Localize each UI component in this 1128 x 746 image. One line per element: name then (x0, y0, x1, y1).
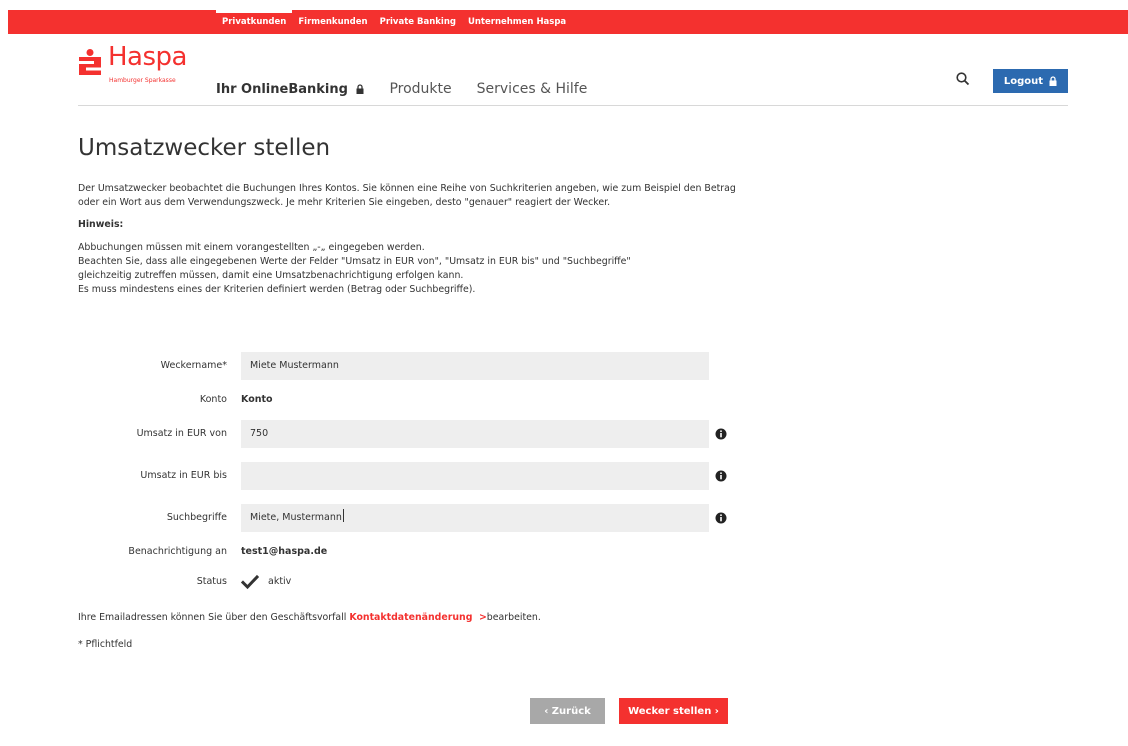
topnav-unternehmen-haspa[interactable]: Unternehmen Haspa (462, 10, 572, 34)
wecker-stellen-button[interactable]: Wecker stellen › (619, 698, 728, 724)
nav-online-banking-label: Ihr OnlineBanking (216, 82, 348, 97)
benachrichtigung-label: Benachrichtigung an (128, 546, 227, 557)
row-umsatz-von: Umsatz in EUR von 750 (78, 420, 778, 448)
info-icon[interactable] (715, 512, 727, 524)
status-checkbox-label: aktiv (268, 576, 292, 587)
row-konto: Konto Konto (78, 386, 778, 414)
row-umsatz-bis: Umsatz in EUR bis (78, 462, 778, 490)
status-label: Status (196, 576, 227, 587)
search-icon[interactable] (956, 72, 970, 88)
suchbegriffe-value: Miete, Mustermann (250, 512, 342, 523)
sparkasse-s-icon (79, 49, 101, 75)
logout-button[interactable]: Logout (993, 69, 1068, 93)
umsatz-bis-input[interactable] (241, 462, 709, 490)
kontaktdatenaenderung-link-label: Kontaktdatenänderung (349, 612, 473, 623)
topnav-firmenkunden[interactable]: Firmenkunden (292, 10, 373, 34)
nav-produkte[interactable]: Produkte (389, 81, 451, 97)
nav-online-banking[interactable]: Ihr OnlineBanking (216, 82, 364, 97)
topnav-privatkunden[interactable]: Privatkunden (216, 10, 293, 34)
weckername-label: Weckername* (160, 360, 227, 371)
hint-title: Hinweis: (78, 219, 124, 230)
benachrichtigung-value: test1@haspa.de (241, 546, 328, 557)
text-caret (342, 509, 344, 522)
konto-value: Konto (241, 394, 273, 405)
kontaktdatenaenderung-link[interactable]: Kontaktdatenänderung > (349, 612, 486, 623)
back-button[interactable]: ‹ Zurück (530, 698, 605, 724)
nav-services-hilfe[interactable]: Services & Hilfe (477, 81, 588, 97)
hint-line: Abbuchungen müssen mit einem vorangestel… (78, 242, 425, 253)
header: Haspa Hamburger Sparkasse Ihr OnlineBank… (78, 42, 1068, 106)
email-note: Ihre Emailadressen können Sie über den G… (78, 612, 541, 623)
umsatz-von-input[interactable]: 750 (241, 420, 709, 448)
umsatz-bis-label: Umsatz in EUR bis (140, 470, 227, 481)
email-note-suffix: bearbeiten. (486, 612, 541, 623)
row-benachrichtigung: Benachrichtigung an test1@haspa.de (78, 538, 778, 566)
hint-line: Beachten Sie, dass alle eingegebenen Wer… (78, 256, 631, 267)
logo-name: Haspa (108, 42, 187, 72)
lock-icon (356, 84, 364, 94)
top-nav: Privatkunden Firmenkunden Private Bankin… (216, 10, 572, 34)
status-checkbox[interactable] (241, 573, 259, 591)
page-title: Umsatzwecker stellen (78, 135, 331, 161)
row-status: Status aktiv (78, 570, 778, 598)
intro-text: Der Umsatzwecker beobachtet die Buchunge… (78, 183, 736, 208)
info-icon[interactable] (715, 470, 727, 482)
required-field-note: * Pflichtfeld (78, 639, 133, 650)
lock-icon (1049, 76, 1057, 86)
email-note-prefix: Ihre Emailadressen können Sie über den G… (78, 612, 350, 623)
hint-text: Abbuchungen müssen mit einem vorangestel… (78, 241, 758, 297)
umsatz-von-label: Umsatz in EUR von (136, 428, 227, 439)
haspa-logo[interactable]: Haspa Hamburger Sparkasse (78, 42, 198, 96)
row-suchbegriffe: Suchbegriffe Miete, Mustermann (78, 504, 778, 532)
main-nav: Ihr OnlineBanking Produkte Services & Hi… (216, 81, 612, 97)
topnav-private-banking[interactable]: Private Banking (374, 10, 462, 34)
konto-label: Konto (199, 394, 227, 405)
logo-subtitle: Hamburger Sparkasse (109, 77, 176, 84)
logout-label: Logout (1003, 75, 1044, 87)
link-arrow-icon: > (478, 612, 487, 623)
hint-line: Es muss mindestens eines der Kriterien d… (78, 284, 476, 295)
hint-line: gleichzeitig zutreffen müssen, damit ein… (78, 270, 464, 281)
row-weckername: Weckername* Miete Mustermann (78, 352, 778, 380)
content: Umsatzwecker stellen Der Umsatzwecker be… (78, 134, 758, 297)
weckername-input[interactable]: Miete Mustermann (241, 352, 709, 380)
info-icon[interactable] (715, 428, 727, 440)
suchbegriffe-label: Suchbegriffe (166, 512, 227, 523)
top-bar: Privatkunden Firmenkunden Private Bankin… (8, 10, 1128, 34)
suchbegriffe-input[interactable]: Miete, Mustermann (241, 504, 709, 532)
